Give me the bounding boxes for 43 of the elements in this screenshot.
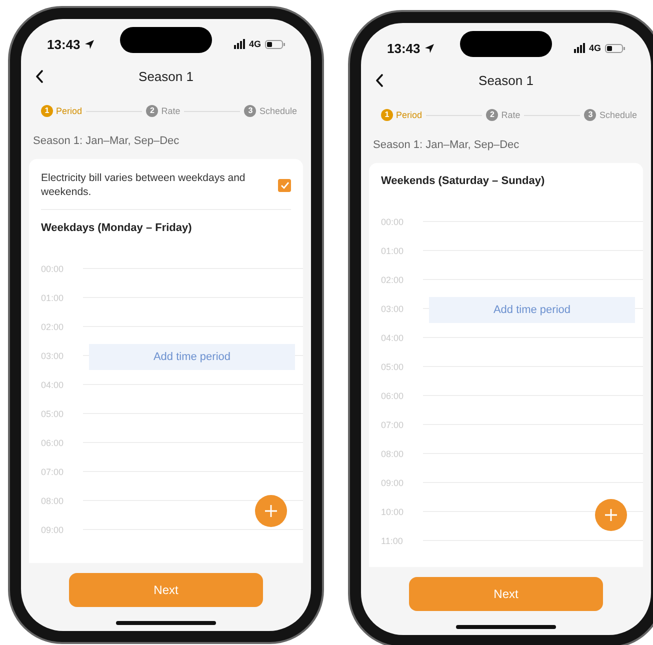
back-button[interactable] xyxy=(33,68,46,84)
step-number: 2 xyxy=(486,109,498,121)
screen-title: Season 1 xyxy=(478,72,534,88)
network-label: 4G xyxy=(588,43,601,53)
step-number: 3 xyxy=(244,105,256,117)
step-label: Schedule xyxy=(599,110,637,120)
step-label: Rate xyxy=(161,106,180,116)
step-label: Period xyxy=(56,106,82,116)
add-time-period-button[interactable]: Add time period xyxy=(429,297,635,323)
check-icon xyxy=(280,180,290,190)
add-button[interactable] xyxy=(595,499,627,531)
chevron-left-icon xyxy=(35,70,44,82)
add-button[interactable] xyxy=(255,495,287,527)
battery-icon xyxy=(605,44,625,52)
screen-title: Season 1 xyxy=(138,68,194,84)
signal-icon xyxy=(574,43,585,53)
next-button[interactable]: Next xyxy=(69,573,263,607)
step-number: 2 xyxy=(146,105,158,117)
step-number: 1 xyxy=(381,109,393,121)
step-number: 1 xyxy=(41,105,53,117)
battery-icon xyxy=(265,40,285,48)
option-label: Electricity bill varies between weekdays and weekends. xyxy=(41,171,246,200)
location-arrow-icon xyxy=(84,38,96,50)
plus-icon xyxy=(605,509,617,521)
location-arrow-icon xyxy=(424,42,436,54)
step-label: Schedule xyxy=(259,106,297,116)
status-time: 13:43 xyxy=(47,36,80,52)
section-title: Weekends (Saturday – Sunday) xyxy=(381,174,546,189)
season-summary: Season 1: Jan–Mar, Sep–Dec xyxy=(372,138,520,151)
checkbox[interactable] xyxy=(278,178,291,192)
status-time: 13:43 xyxy=(387,40,420,56)
back-button[interactable] xyxy=(373,72,386,88)
plus-icon xyxy=(265,505,277,517)
add-time-period-button[interactable]: Add time period xyxy=(89,344,295,370)
next-button[interactable]: Next xyxy=(409,577,603,611)
season-summary: Season 1: Jan–Mar, Sep–Dec xyxy=(32,134,180,147)
step-label: Rate xyxy=(501,110,520,120)
step-number: 3 xyxy=(584,109,596,121)
signal-icon xyxy=(234,39,245,49)
section-title: Weekdays (Monday – Friday) xyxy=(41,221,193,236)
network-label: 4G xyxy=(248,39,261,49)
chevron-left-icon xyxy=(375,74,384,86)
step-label: Period xyxy=(396,110,422,120)
